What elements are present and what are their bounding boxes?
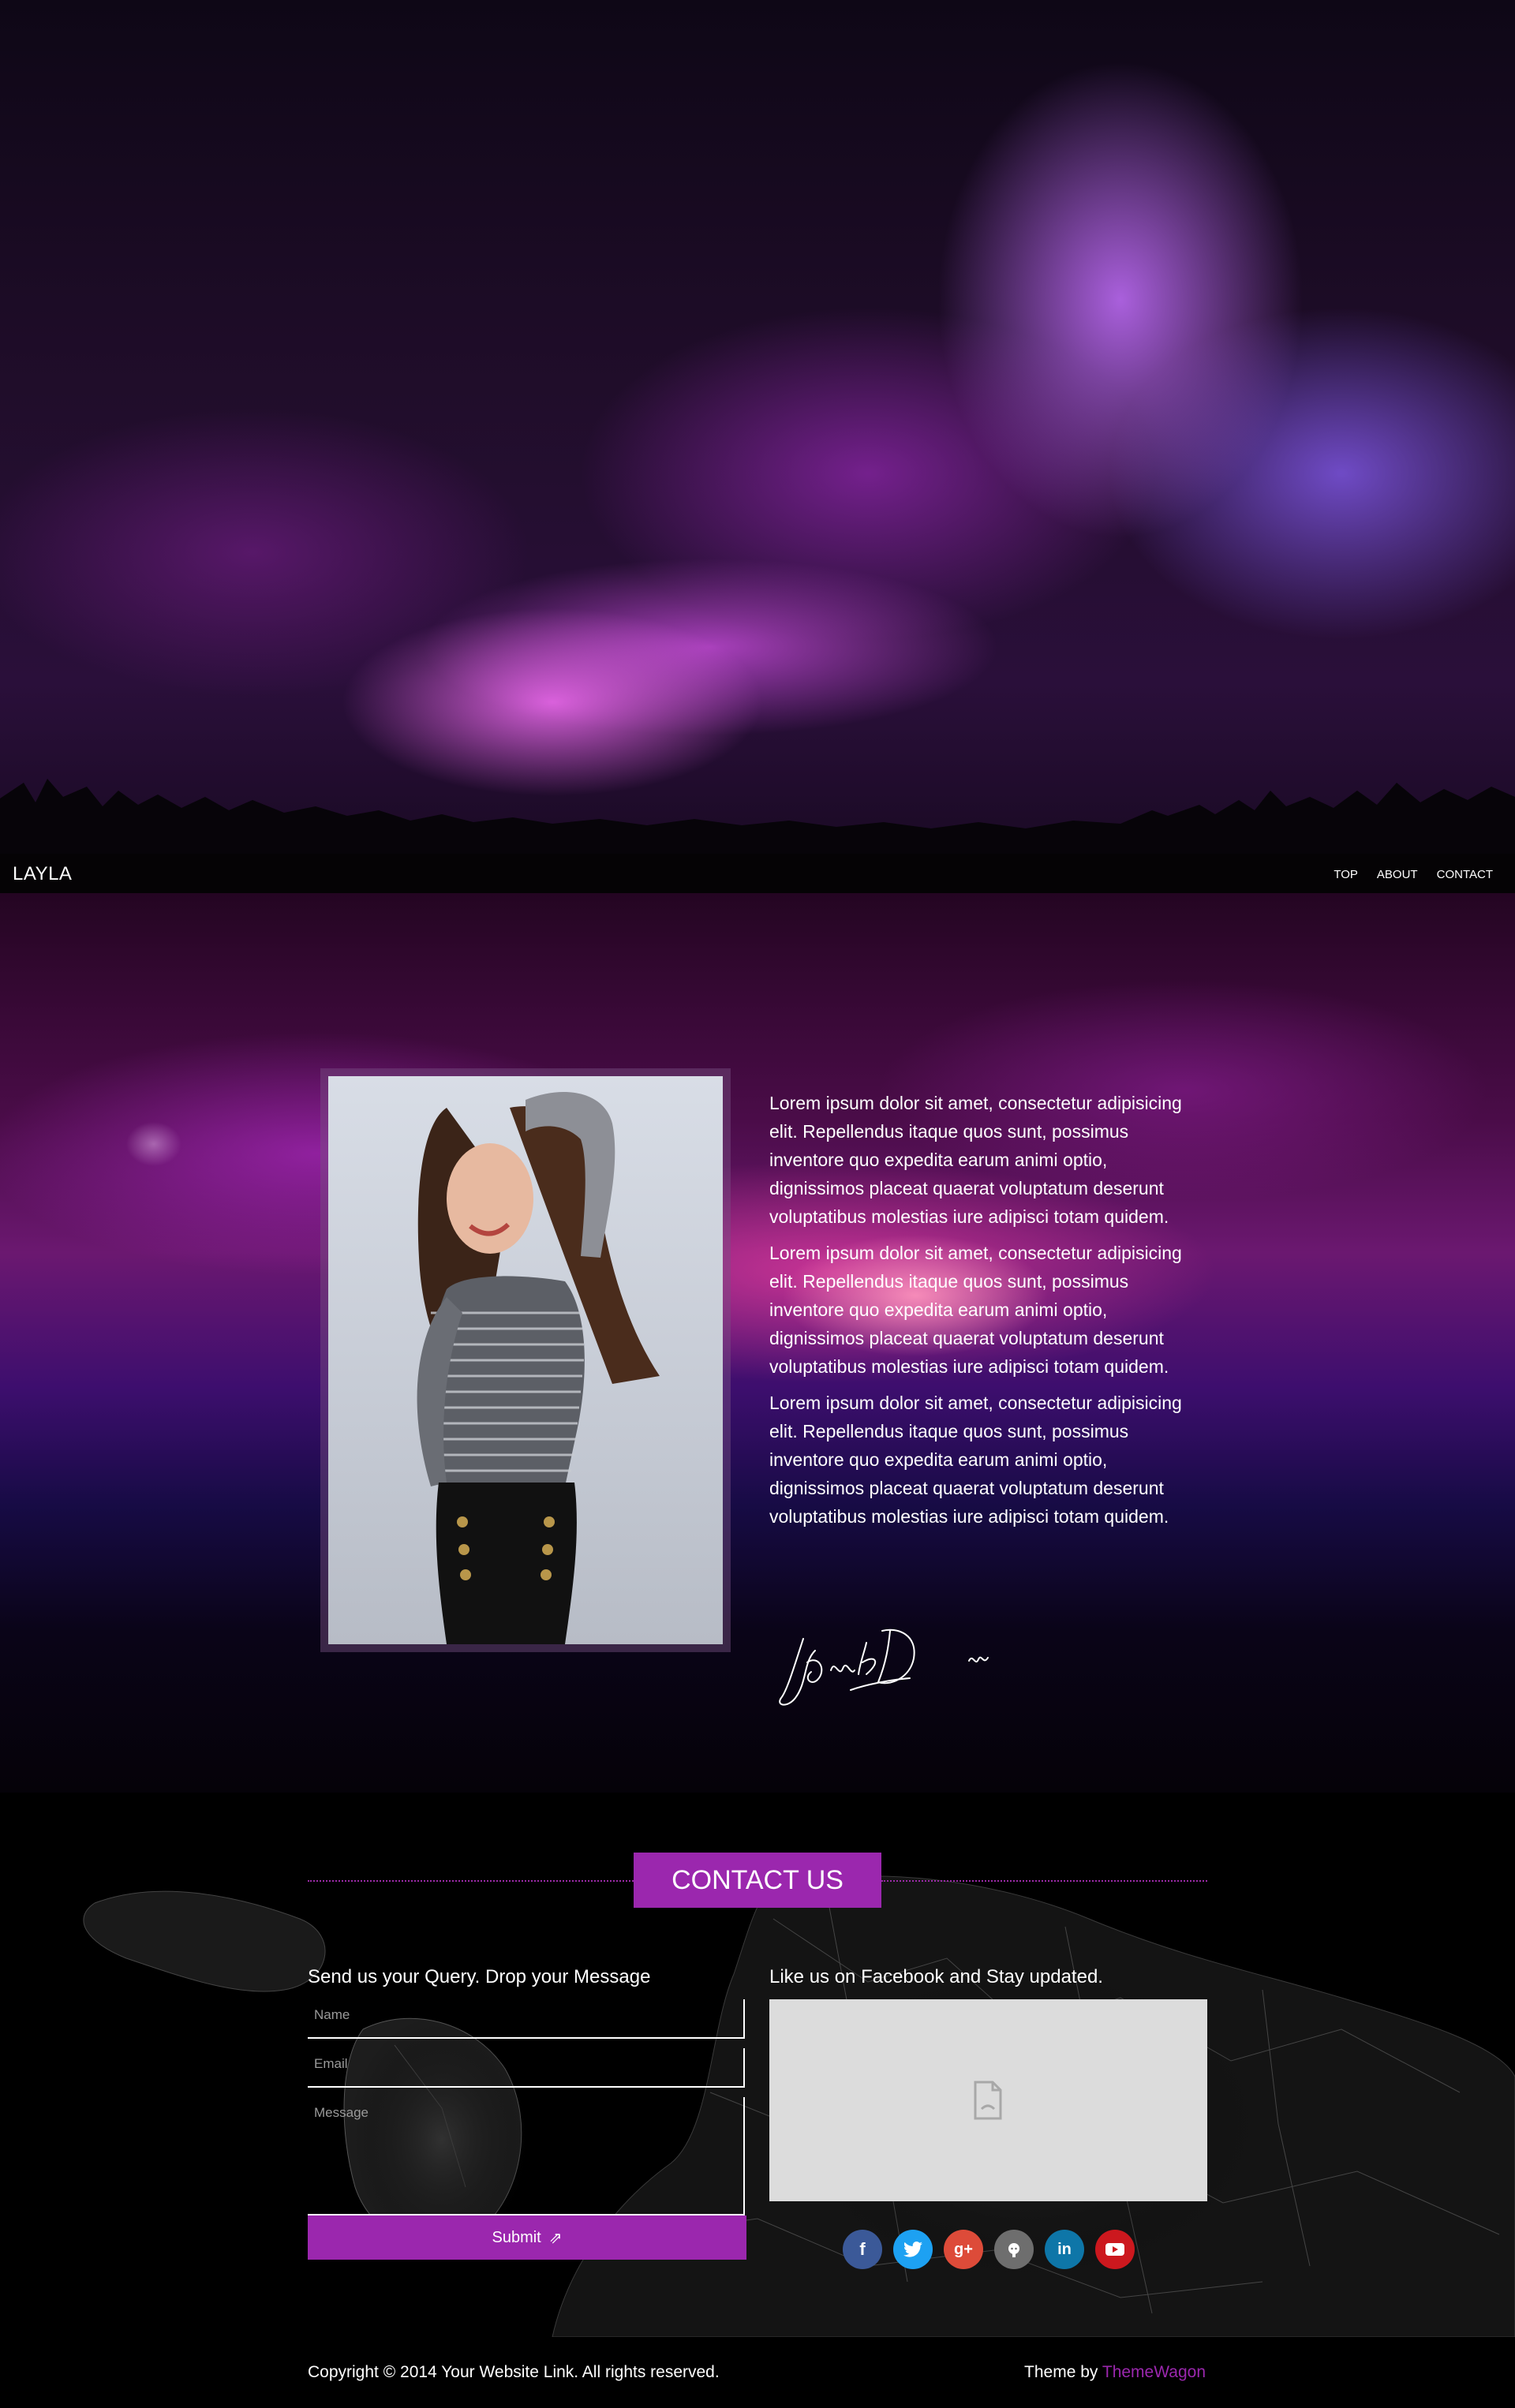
themewagon-link[interactable]: ThemeWagon — [1102, 2363, 1206, 2381]
email-placeholder: Email — [314, 2056, 348, 2071]
about-paragraph: Lorem ipsum dolor sit amet, consectetur … — [769, 1243, 1182, 1377]
contact-section: CONTACT US Send us your Query. Drop your… — [0, 1793, 1515, 2337]
theme-credit-prefix: Theme by — [1024, 2363, 1102, 2381]
woman-portrait-illustration — [417, 1092, 660, 1644]
facebook-widget-placeholder[interactable] — [769, 1999, 1207, 2201]
name-field[interactable]: Name — [308, 1999, 745, 2039]
github-icon[interactable] — [994, 2230, 1034, 2269]
submit-button[interactable]: Submit ⇗ — [308, 2215, 746, 2260]
nav-link-top[interactable]: TOP — [1324, 865, 1367, 884]
twitter-icon[interactable] — [893, 2230, 933, 2269]
about-paragraph: Lorem ipsum dolor sit amet, consectetur … — [769, 1393, 1182, 1527]
linkedin-icon[interactable]: in — [1045, 2230, 1084, 2269]
about-section: Lorem ipsum dolor sit amet, consectetur … — [0, 893, 1515, 1793]
google-plus-icon[interactable]: g+ — [944, 2230, 983, 2269]
copyright-text: Copyright © 2014 Your Website Link. All … — [308, 2363, 720, 2381]
form-heading: Send us your Query. Drop your Message — [308, 1966, 651, 1987]
hero-banner — [0, 0, 1515, 854]
email-field[interactable]: Email — [308, 2048, 745, 2088]
facebook-icon[interactable]: f — [843, 2230, 882, 2269]
about-text: Lorem ipsum dolor sit amet, consectetur … — [769, 1089, 1188, 1539]
profile-photo-frame — [320, 1068, 731, 1652]
nav-link-contact[interactable]: CONTACT — [1427, 865, 1502, 884]
contact-divider-left — [308, 1880, 634, 1882]
nav-links: TOP ABOUT CONTACT — [1324, 865, 1502, 884]
message-textarea[interactable]: Message — [308, 2097, 745, 2215]
footer: Copyright © 2014 Your Website Link. All … — [0, 2337, 1515, 2408]
youtube-icon[interactable] — [1095, 2230, 1135, 2269]
profile-photo — [328, 1076, 723, 1644]
submit-label: Submit — [492, 2228, 541, 2246]
treeline-silhouette — [0, 779, 1515, 854]
broken-document-icon — [974, 2081, 1002, 2120]
contact-divider-right — [881, 1880, 1207, 1882]
social-heading: Like us on Facebook and Stay updated. — [769, 1966, 1103, 1987]
message-placeholder: Message — [314, 2105, 368, 2120]
nav-link-about[interactable]: ABOUT — [1367, 865, 1427, 884]
name-placeholder: Name — [314, 2007, 350, 2022]
signature-image — [779, 1628, 989, 1706]
theme-credit: Theme by ThemeWagon — [1024, 2363, 1206, 2382]
social-links: f g+ in — [843, 2230, 1135, 2269]
navbar: LAYLA TOP ABOUT CONTACT — [0, 854, 1515, 893]
contact-title: CONTACT US — [634, 1853, 881, 1908]
brand-logo[interactable]: LAYLA — [13, 863, 72, 885]
send-icon: ⇗ — [548, 2229, 563, 2247]
about-paragraph: Lorem ipsum dolor sit amet, consectetur … — [769, 1093, 1182, 1227]
